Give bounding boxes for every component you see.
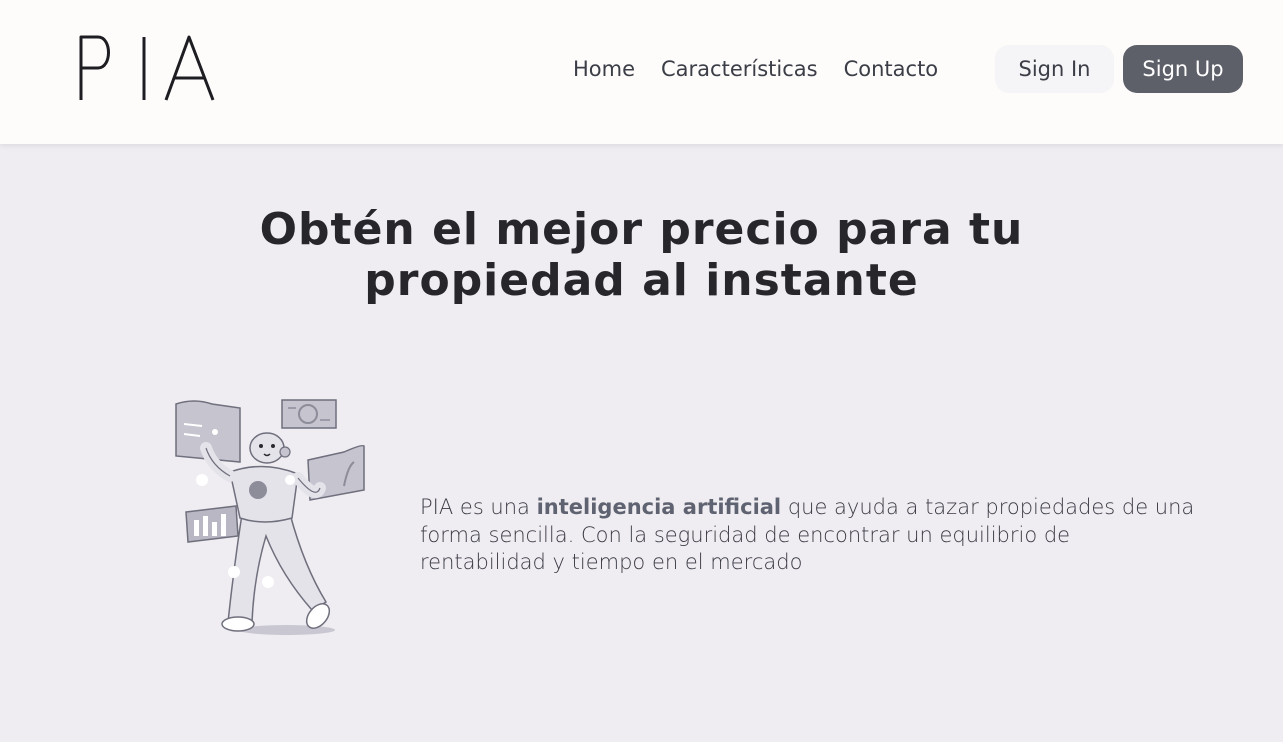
main-nav: Home Características Contacto [560,56,964,82]
hero-description: PIA es una inteligencia artificial que a… [420,494,1200,577]
hero-title: Obtén el mejor precio para tu propiedad … [0,204,1283,306]
hero-title-line-2: propiedad al instante [364,255,919,306]
description-highlight: inteligencia artificial [536,495,782,519]
nav-home-link[interactable]: Home [573,56,635,82]
description-start: PIA es una [420,495,537,519]
sign-in-button[interactable]: Sign In [995,45,1114,93]
nav-contact-link[interactable]: Contacto [844,56,939,82]
hero-title-line-1: Obtén el mejor precio para tu [259,204,1024,255]
robot-illustration-icon [175,399,365,635]
sign-up-button[interactable]: Sign Up [1123,45,1243,93]
robot-illustration [172,396,367,638]
navbar: Home Características Contacto Sign In Si… [0,0,1283,144]
pia-logo-icon [79,35,215,101]
nav-features-link[interactable]: Características [661,56,818,82]
pia-logo[interactable] [78,34,218,102]
